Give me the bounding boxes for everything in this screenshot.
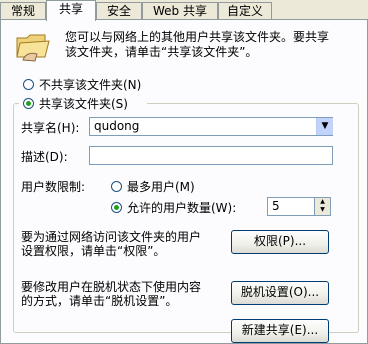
permissions-text: 要为通过网络访问该文件夹的用户 设置权限，请单击“权限”。 (21, 230, 221, 258)
max-users-label[interactable]: 最多用户(M) (127, 178, 195, 195)
sharing-description: 您可以与网络上的其他用户共享该文件夹。要共享 该文件夹，请单击“共享该文件夹”。 (65, 30, 361, 60)
no-share-label[interactable]: 不共享该文件夹(N) (39, 76, 141, 93)
allowed-users-radio[interactable] (111, 202, 122, 213)
share-label[interactable]: 共享该文件夹(S) (39, 95, 128, 112)
permissions-text-line: 要为通过网络访问该文件夹的用户 (21, 230, 202, 244)
share-radio[interactable] (23, 98, 34, 109)
max-users-radio[interactable] (111, 181, 122, 192)
share-name-label: 共享名(H): (21, 121, 80, 135)
spin-down-icon[interactable]: ▼ (315, 206, 330, 214)
permissions-button[interactable]: 权限(P)... (231, 230, 329, 254)
offline-text: 要修改用户在脱机状态下使用内容 的方式，请单击“脱机设置”。 (21, 280, 221, 308)
new-share-button[interactable]: 新建共享(E)... (231, 319, 329, 343)
tab-sharing[interactable]: 共享 (46, 0, 96, 21)
allowed-users-input[interactable]: 5 (267, 197, 315, 216)
tab-customize[interactable]: 自定义 (218, 2, 272, 20)
offline-text-line: 的方式，请单击“脱机设置”。 (21, 294, 178, 308)
chevron-down-icon[interactable]: ▼ (316, 118, 333, 135)
tab-general[interactable]: 常规 (0, 2, 46, 20)
no-share-radio[interactable] (23, 79, 34, 90)
user-limit-label: 用户数限制: (21, 180, 86, 194)
spin-up-icon[interactable]: ▲ (315, 198, 330, 206)
description-field[interactable] (89, 146, 333, 165)
description-label: 描述(D): (21, 150, 68, 164)
permissions-text-line: 设置权限，请单击“权限”。 (21, 244, 166, 258)
allowed-users-spinner[interactable]: ▲ ▼ (315, 197, 331, 216)
tab-security[interactable]: 安全 (96, 2, 142, 20)
shared-folder-icon (16, 34, 50, 62)
description-line: 您可以与网络上的其他用户共享该文件夹。要共享 (65, 30, 330, 44)
tab-strip: 常规 共享 安全 Web 共享 自定义 (0, 0, 368, 21)
allowed-users-label[interactable]: 允许的用户数量(W): (127, 199, 236, 216)
share-name-select[interactable]: qudong (89, 117, 333, 136)
sharing-panel: 您可以与网络上的其他用户共享该文件夹。要共享 该文件夹，请单击“共享该文件夹”。… (0, 19, 368, 344)
tab-web-sharing[interactable]: Web 共享 (142, 2, 218, 20)
offline-text-line: 要修改用户在脱机状态下使用内容 (21, 280, 202, 294)
offline-settings-button[interactable]: 脱机设置(O)... (231, 281, 329, 305)
description-line: 该文件夹，请单击“共享该文件夹”。 (65, 45, 258, 59)
